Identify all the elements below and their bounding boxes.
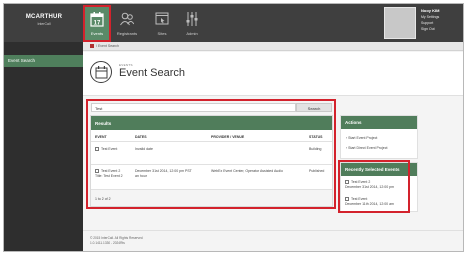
nav-registrants[interactable]: Registrants: [114, 6, 140, 40]
version-text: 1.0.1411.1330 - 2024Rts: [90, 241, 125, 245]
breadcrumb-current: / Event Search: [96, 44, 119, 48]
actions-title: Actions: [341, 116, 417, 129]
app-window: MCARTHUR InterCall 17 Events Registrants: [3, 3, 464, 252]
footer: © 2015 InterCall. All Rights Reserved 1.…: [83, 230, 463, 251]
brand-name: MCARTHUR: [25, 14, 63, 20]
top-bar: MCARTHUR InterCall 17 Events Registrants: [4, 4, 463, 42]
brand-logo[interactable]: MCARTHUR InterCall: [4, 4, 84, 42]
start-event-project-link[interactable]: › Start Event Project: [346, 136, 377, 140]
home-icon[interactable]: [90, 44, 94, 49]
user-menu: Nooy KIM My Settings Support Sign Out: [421, 8, 461, 32]
highlight-recent-events: [338, 160, 410, 213]
start-direct-event-project-link[interactable]: › Start Direct Event Project: [346, 146, 387, 150]
brand-subtitle: InterCall: [37, 22, 51, 26]
calendar-icon: [90, 61, 112, 83]
highlight-events-tab: [83, 5, 111, 42]
breadcrumb: / Event Search: [83, 42, 463, 51]
nav-admin-label: Admin: [186, 31, 198, 36]
highlight-results: [86, 99, 336, 209]
nav-registrants-label: Registrants: [116, 31, 138, 36]
page-header: EVENTS Event Search: [83, 52, 463, 96]
avatar[interactable]: [384, 7, 416, 39]
nav-sites[interactable]: Sites: [149, 6, 175, 40]
browser-icon: [155, 12, 169, 25]
users-icon: [120, 12, 134, 26]
sign-out-link[interactable]: Sign Out: [421, 26, 461, 32]
actions-panel: Actions › Start Event Project › Start Di…: [340, 115, 418, 159]
sidebar-item-event-search[interactable]: Event Search: [4, 55, 83, 67]
sliders-icon: [186, 12, 198, 26]
page-title: Event Search: [119, 67, 186, 79]
nav-admin[interactable]: Admin: [179, 6, 205, 40]
sidebar: Event Search: [4, 42, 83, 251]
nav-sites-label: Sites: [157, 31, 167, 36]
